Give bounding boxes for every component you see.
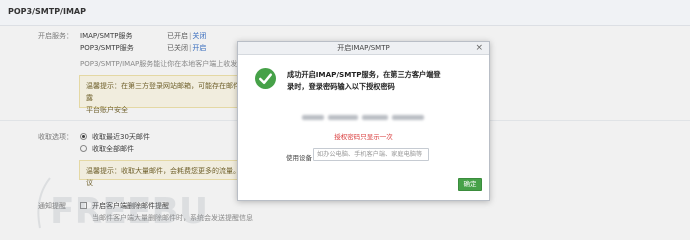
page-title: POP3/SMTP/IMAP: [8, 7, 86, 16]
device-label: 使用设备: [286, 154, 312, 162]
page-header: POP3/SMTP/IMAP: [0, 0, 690, 26]
dialog-message-line-1: 成功开启IMAP/SMTP服务，在第三方客户端登: [287, 70, 441, 79]
dialog-message: 成功开启IMAP/SMTP服务，在第三方客户端登 录时，登录密码输入以下授权密码: [287, 69, 477, 93]
dialog-message-line-2: 录时，登录密码输入以下授权密码: [287, 82, 395, 91]
auth-code-hint: 授权密码只显示一次: [334, 133, 393, 141]
dialog-title: 开启IMAP/SMTP: [238, 42, 489, 55]
auth-code-blurred: [302, 111, 426, 124]
close-icon[interactable]: ×: [475, 42, 483, 55]
confirm-button[interactable]: 确定: [458, 178, 482, 191]
success-check-icon: [255, 68, 276, 89]
device-input[interactable]: [313, 148, 429, 161]
enable-imap-dialog: 开启IMAP/SMTP × 成功开启IMAP/SMTP服务，在第三方客户端登 录…: [237, 41, 490, 201]
